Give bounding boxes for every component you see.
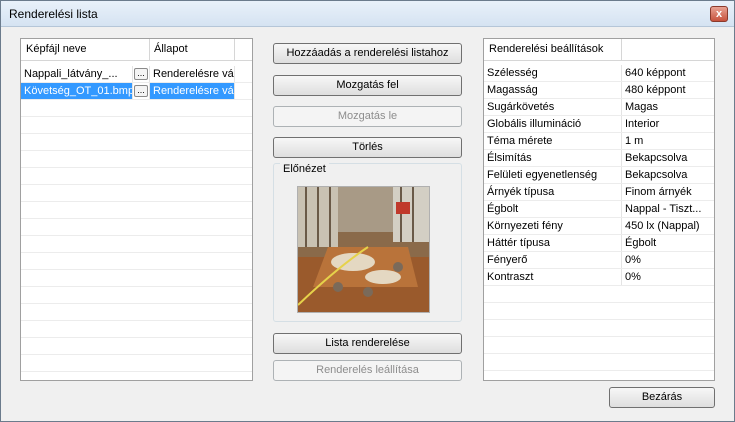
setting-row[interactable]: Élsimítás Bekapcsolva: [484, 150, 714, 167]
setting-row[interactable]: Háttér típusa Égbolt: [484, 235, 714, 252]
empty-row: [21, 321, 252, 338]
setting-name: Globális illumináció: [484, 116, 622, 132]
render-settings-grid: Renderelési beállítások Szélesség 640 kép…: [483, 38, 715, 381]
empty-row: [21, 287, 252, 304]
setting-row[interactable]: Sugárkövetés Magas: [484, 99, 714, 116]
setting-value[interactable]: Bekapcsolva: [622, 167, 714, 183]
setting-name: Magasság: [484, 82, 622, 98]
setting-name: Felületi egyenetlenség: [484, 167, 622, 183]
move-up-button[interactable]: Mozgatás fel: [273, 75, 462, 96]
column-header-status[interactable]: Állapot: [150, 39, 235, 60]
setting-name: Háttér típusa: [484, 235, 622, 251]
empty-row: [484, 303, 714, 320]
setting-value[interactable]: 1 m: [622, 133, 714, 149]
setting-row[interactable]: Kontraszt 0%: [484, 269, 714, 286]
settings-header: Renderelési beállítások: [484, 39, 714, 61]
setting-value[interactable]: Égbolt: [622, 235, 714, 251]
setting-name: Fényerő: [484, 252, 622, 268]
setting-name: Égbolt: [484, 201, 622, 217]
stop-render-button[interactable]: Renderelés leállítása: [273, 360, 462, 381]
setting-row[interactable]: Égbolt Nappal - Tiszt...: [484, 201, 714, 218]
render-preview-image: [297, 186, 430, 313]
empty-row: [21, 168, 252, 185]
empty-row: [21, 304, 252, 321]
setting-row[interactable]: Globális illumináció Interior: [484, 116, 714, 133]
setting-value[interactable]: Interior: [622, 116, 714, 132]
setting-value[interactable]: Bekapcsolva: [622, 150, 714, 166]
setting-row[interactable]: Felületi egyenetlenség Bekapcsolva: [484, 167, 714, 184]
browse-button[interactable]: ...: [134, 68, 148, 80]
add-to-render-list-button[interactable]: Hozzáadás a renderelési listahoz: [273, 43, 462, 64]
move-down-button[interactable]: Mozgatás le: [273, 106, 462, 127]
empty-row: [21, 134, 252, 151]
setting-name: Sugárkövetés: [484, 99, 622, 115]
file-name-cell[interactable]: Nappali_látvány_...: [21, 66, 133, 82]
empty-row: [21, 270, 252, 287]
empty-row: [484, 354, 714, 371]
empty-row: [21, 151, 252, 168]
setting-name: Élsimítás: [484, 150, 622, 166]
empty-row: [21, 185, 252, 202]
setting-name: Szélesség: [484, 65, 622, 81]
close-icon[interactable]: x: [710, 6, 728, 22]
render-list-button[interactable]: Lista renderelése: [273, 333, 462, 354]
preview-label: Előnézet: [280, 163, 329, 175]
file-row[interactable]: Nappali_látvány_... ... Renderelésre vár: [21, 66, 252, 83]
file-list-header: Képfájl neve Állapot: [21, 39, 252, 61]
preview-thumbnail-icon: [298, 187, 429, 312]
title-bar: Renderelési lista x: [1, 1, 734, 27]
setting-row[interactable]: Magasság 480 képpont: [484, 82, 714, 99]
file-list-grid[interactable]: Képfájl neve Állapot Nappali_látvány_...…: [20, 38, 253, 381]
file-row[interactable]: Követség_OT_01.bmp ... Renderelésre vár: [21, 83, 252, 100]
window-title: Renderelési lista: [9, 7, 98, 21]
empty-row: [21, 236, 252, 253]
column-header-filename[interactable]: Képfájl neve: [21, 39, 150, 60]
setting-row[interactable]: Fényerő 0%: [484, 252, 714, 269]
empty-row: [484, 337, 714, 354]
status-cell: Renderelésre vár: [150, 66, 235, 82]
browse-cell: ...: [133, 66, 150, 82]
empty-row: [21, 117, 252, 134]
setting-value[interactable]: 450 lx (Nappal): [622, 218, 714, 234]
setting-name: Téma mérete: [484, 133, 622, 149]
setting-value[interactable]: Magas: [622, 99, 714, 115]
close-button[interactable]: Bezárás: [609, 387, 715, 408]
empty-row: [484, 320, 714, 337]
setting-name: Környezeti fény: [484, 218, 622, 234]
setting-value[interactable]: 480 képpont: [622, 82, 714, 98]
setting-value[interactable]: 0%: [622, 269, 714, 285]
empty-row: [21, 355, 252, 372]
setting-row[interactable]: Téma mérete 1 m: [484, 133, 714, 150]
setting-value[interactable]: 640 képpont: [622, 65, 714, 81]
file-name-cell[interactable]: Követség_OT_01.bmp: [21, 83, 133, 99]
setting-value[interactable]: Nappal - Tiszt...: [622, 201, 714, 217]
empty-row: [484, 286, 714, 303]
browse-button[interactable]: ...: [134, 85, 148, 97]
setting-name: Árnyék típusa: [484, 184, 622, 200]
setting-value[interactable]: Finom árnyék: [622, 184, 714, 200]
setting-row[interactable]: Szélesség 640 képpont: [484, 65, 714, 82]
empty-row: [21, 338, 252, 355]
empty-row: [21, 253, 252, 270]
empty-row: [21, 202, 252, 219]
setting-row[interactable]: Környezeti fény 450 lx (Nappal): [484, 218, 714, 235]
setting-value[interactable]: 0%: [622, 252, 714, 268]
status-cell: Renderelésre vár: [150, 83, 235, 99]
browse-cell: ...: [133, 83, 150, 99]
setting-row[interactable]: Árnyék típusa Finom árnyék: [484, 184, 714, 201]
setting-name: Kontraszt: [484, 269, 622, 285]
settings-header-label: Renderelési beállítások: [484, 39, 622, 60]
empty-row: [21, 100, 252, 117]
empty-row: [21, 219, 252, 236]
delete-button[interactable]: Törlés: [273, 137, 462, 158]
render-list-dialog: Renderelési lista x Képfájl neve Állapot…: [0, 0, 735, 422]
